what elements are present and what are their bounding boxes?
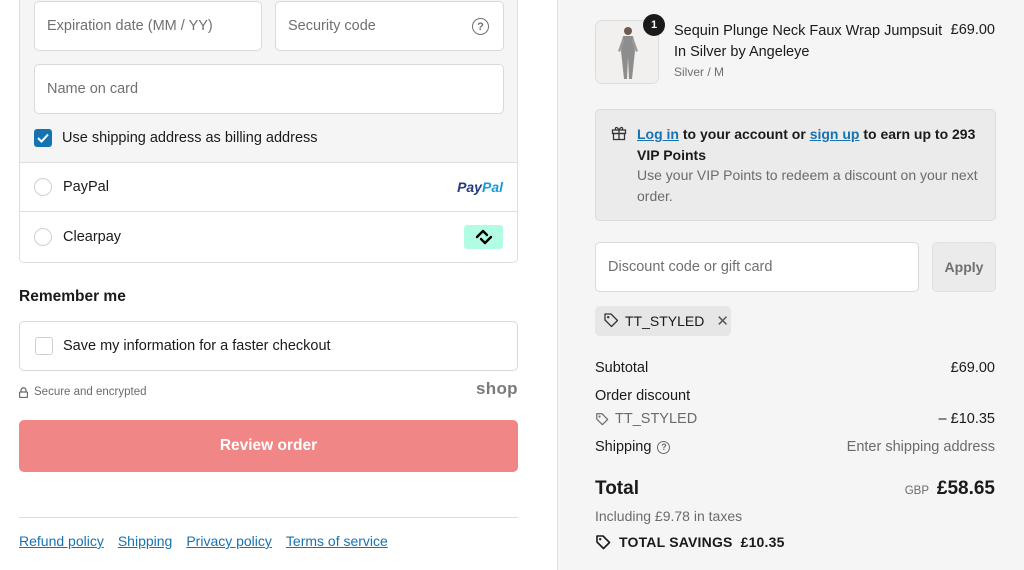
checkmark-icon <box>37 133 49 143</box>
security-code-field[interactable]: Security code ? <box>275 1 504 51</box>
billing-checkbox[interactable] <box>34 129 52 147</box>
save-info-checkbox[interactable] <box>35 337 53 355</box>
lock-icon <box>18 386 29 398</box>
product-price: £69.00 <box>950 22 995 38</box>
terms-of-service-link[interactable]: Terms of service <box>286 533 388 549</box>
clearpay-logo-icon <box>464 225 503 249</box>
applied-code-label: TT_STYLED <box>625 313 705 329</box>
savings-label: TOTAL SAVINGS <box>619 534 733 550</box>
total-value: £58.65 <box>936 478 995 499</box>
product-variant: Silver / M <box>674 65 725 79</box>
product-name: Sequin Plunge Neck Faux Wrap Jumpsuit In… <box>674 23 943 60</box>
log-in-link[interactable]: Log in <box>637 126 679 142</box>
question-circle-icon[interactable]: ? <box>657 440 671 454</box>
footer-divider <box>19 517 518 518</box>
tag-icon <box>603 312 619 331</box>
total-label: Total <box>595 478 639 499</box>
shipping-label: Shipping <box>595 439 652 455</box>
taxes-note: Including £9.78 in taxes <box>595 508 743 524</box>
discount-code-text: TT_STYLED <box>615 411 698 427</box>
vip-description: Use your VIP Points to redeem a discount… <box>637 167 978 204</box>
close-icon[interactable]: ✕ <box>716 312 729 330</box>
savings-value: £10.35 <box>740 534 785 550</box>
payment-option-clearpay[interactable]: Clearpay <box>19 211 518 263</box>
privacy-policy-link[interactable]: Privacy policy <box>186 533 272 549</box>
total-savings: TOTAL SAVINGS £10.35 <box>595 534 785 550</box>
expiration-date-field[interactable]: Expiration date (MM / YY) <box>34 1 262 51</box>
refund-policy-link[interactable]: Refund policy <box>19 533 104 549</box>
gift-icon <box>611 125 627 141</box>
review-order-button[interactable]: Review order <box>19 420 518 472</box>
save-info-option[interactable]: Save my information for a faster checkou… <box>19 321 518 371</box>
discount-code-input[interactable]: Discount code or gift card <box>595 242 919 292</box>
quantity-badge: 1 <box>643 14 665 36</box>
remember-me-heading: Remember me <box>19 288 126 305</box>
order-summary: 1 Sequin Plunge Neck Faux Wrap Jumpsuit … <box>557 0 1024 570</box>
shop-logo: shop <box>476 379 518 398</box>
subtotal-label: Subtotal <box>595 360 649 376</box>
discount-code-row: TT_STYLED <box>595 411 697 427</box>
total-currency: GBP <box>904 485 929 497</box>
discount-value: – £10.35 <box>938 411 995 427</box>
secure-notice: Secure and encrypted <box>18 386 147 398</box>
paypal-logo: PayPal <box>457 179 503 195</box>
shipping-row: Shipping ? <box>595 439 671 455</box>
sign-up-link[interactable]: sign up <box>810 126 860 142</box>
secure-text: Secure and encrypted <box>34 386 147 398</box>
tag-icon <box>595 534 611 550</box>
name-on-card-field[interactable]: Name on card <box>34 64 504 114</box>
checkout-main: Expiration date (MM / YY) Security code … <box>0 0 557 570</box>
footer-links: Refund policy Shipping Privacy policy Te… <box>19 533 402 549</box>
expiration-placeholder: Expiration date (MM / YY) <box>47 18 213 34</box>
security-placeholder: Security code <box>288 18 376 34</box>
billing-label: Use shipping address as billing address <box>62 130 318 146</box>
save-info-label: Save my information for a faster checkou… <box>63 338 331 354</box>
clearpay-radio[interactable] <box>34 228 52 246</box>
vip-offer-text: Log in to your account or sign up to ear… <box>637 126 976 163</box>
vip-points-banner: Log in to your account or sign up to ear… <box>595 109 996 221</box>
apply-discount-button[interactable]: Apply <box>932 242 996 292</box>
tag-icon <box>595 412 609 426</box>
shipping-value: Enter shipping address <box>846 439 995 455</box>
order-discount-label: Order discount <box>595 388 691 404</box>
discount-placeholder: Discount code or gift card <box>608 259 773 275</box>
subtotal-value: £69.00 <box>950 360 995 376</box>
question-circle-icon[interactable]: ? <box>472 18 489 35</box>
billing-address-option[interactable]: Use shipping address as billing address <box>34 128 318 148</box>
shipping-link[interactable]: Shipping <box>118 533 173 549</box>
paypal-radio[interactable] <box>34 178 52 196</box>
clearpay-label: Clearpay <box>63 229 122 245</box>
paypal-label: PayPal <box>63 179 109 195</box>
payment-option-paypal[interactable]: PayPal PayPal <box>19 162 518 212</box>
name-placeholder: Name on card <box>47 81 139 97</box>
applied-discount-chip: TT_STYLED ✕ <box>595 306 731 336</box>
